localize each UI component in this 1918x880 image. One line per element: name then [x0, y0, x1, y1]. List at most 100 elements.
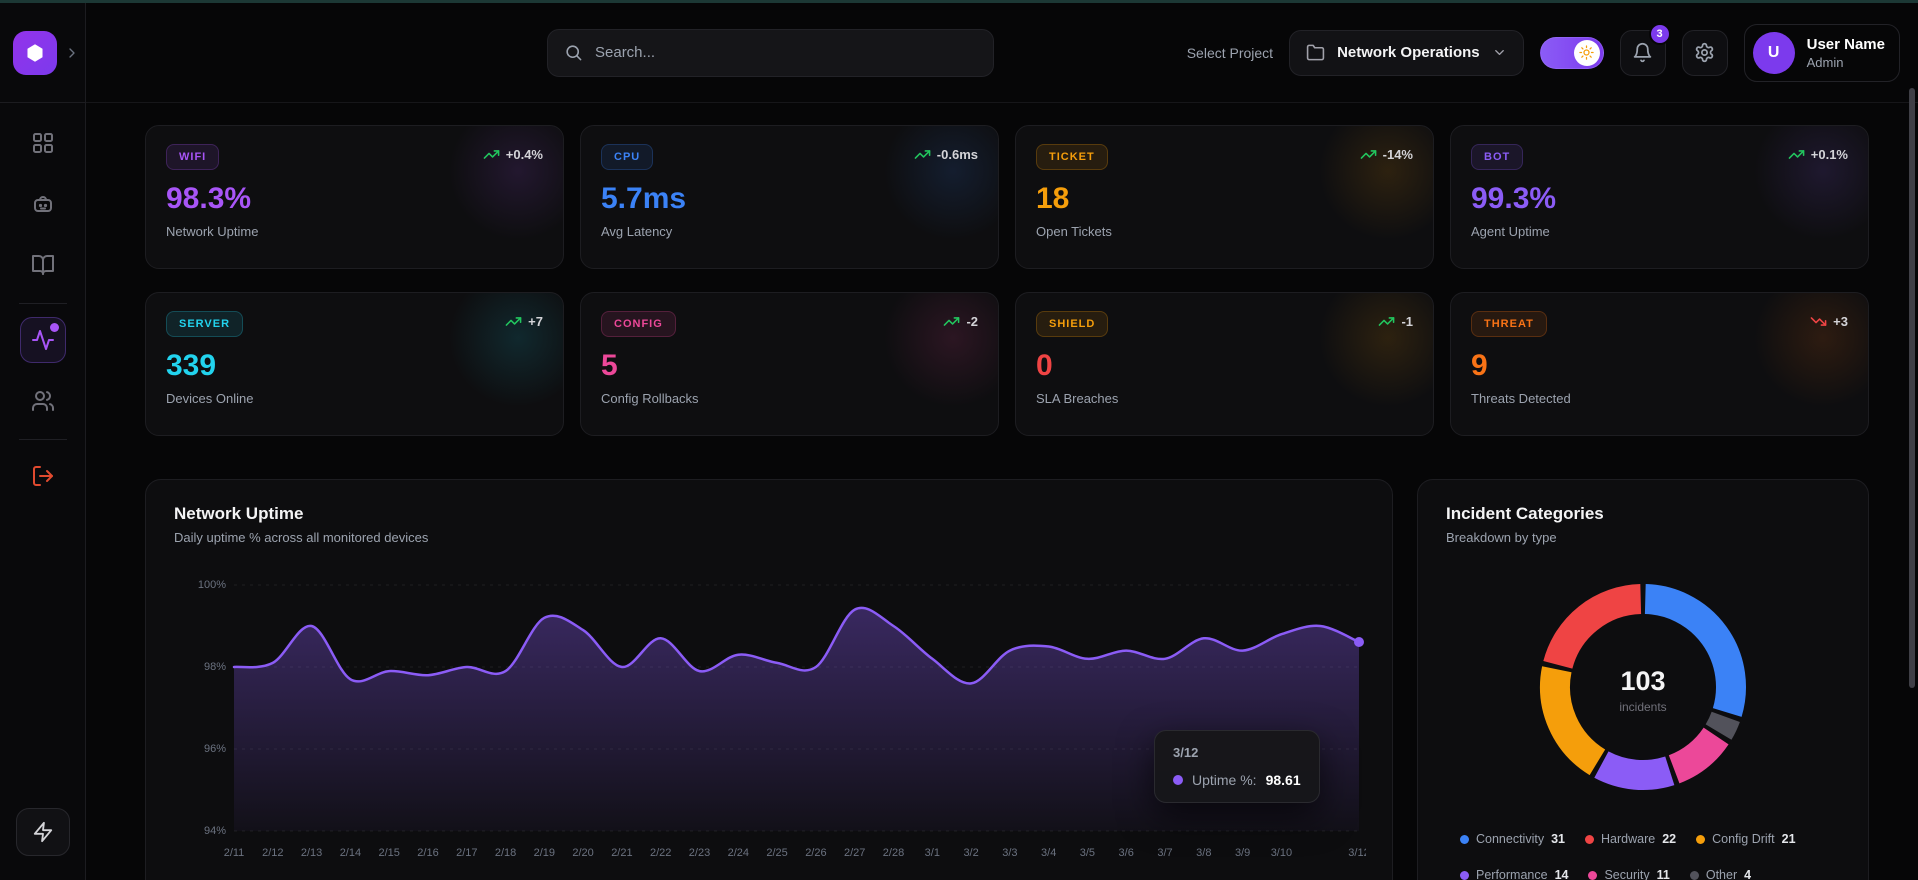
notifications-button[interactable]: 3 [1620, 30, 1666, 76]
legend-item-config-drift[interactable]: Config Drift 21 [1696, 832, 1795, 846]
sidebar-item-monitoring[interactable] [20, 317, 66, 363]
donut-wrap: 103 incidents [1523, 567, 1763, 812]
legend-value: 31 [1551, 832, 1565, 846]
stat-delta-value: +0.4% [506, 147, 543, 162]
legend-value: 4 [1744, 868, 1751, 880]
legend-value: 22 [1662, 832, 1676, 846]
svg-text:94%: 94% [204, 825, 226, 837]
legend-item-hardware[interactable]: Hardware22 [1585, 832, 1676, 846]
search-input[interactable]: Search... [547, 29, 994, 77]
bot-icon [31, 192, 55, 216]
settings-button[interactable] [1682, 30, 1728, 76]
stat-badge: SHIELD [1036, 311, 1108, 337]
uptime-line-chart[interactable]: 100%98%96%94%2/112/122/132/142/152/162/1… [174, 573, 1364, 870]
stat-label: SLA Breaches [1036, 391, 1413, 406]
svg-text:3/3: 3/3 [1002, 847, 1017, 859]
stat-card-ticket: TICKET-14%18Open Tickets [1015, 125, 1434, 269]
stat-value: 5 [601, 349, 978, 383]
stat-label: Open Tickets [1036, 224, 1413, 239]
quick-actions-button[interactable] [16, 808, 70, 856]
svg-text:2/23: 2/23 [689, 847, 710, 859]
notification-dot [50, 323, 59, 332]
legend-label: Performance [1476, 868, 1548, 880]
legend-value: 21 [1782, 832, 1796, 846]
app-logo[interactable] [13, 31, 57, 75]
tooltip-row: Uptime %: 98.61 [1173, 772, 1301, 788]
stat-delta: +3 [1810, 313, 1848, 330]
stat-delta-value: +7 [528, 314, 543, 329]
svg-text:2/15: 2/15 [378, 847, 399, 859]
svg-text:2/14: 2/14 [340, 847, 361, 859]
sidebar-divider [19, 303, 67, 304]
stat-label: Avg Latency [601, 224, 978, 239]
stat-label: Config Rollbacks [601, 391, 978, 406]
svg-text:3/4: 3/4 [1041, 847, 1056, 859]
svg-text:3/6: 3/6 [1119, 847, 1134, 859]
stat-delta-value: +0.1% [1811, 147, 1848, 162]
series-dot-icon [1173, 775, 1183, 785]
legend-value: 14 [1555, 868, 1569, 880]
logo-row [0, 3, 85, 103]
svg-text:2/19: 2/19 [534, 847, 555, 859]
search-icon [564, 43, 583, 62]
stat-value: 98.3% [166, 182, 543, 216]
svg-text:96%: 96% [204, 743, 226, 755]
sidebar-item-docs[interactable] [20, 242, 66, 288]
incidents-legend: Connectivity31 Hardware22 Config Drift 21 Pe… [1446, 832, 1840, 880]
stat-delta: +0.1% [1788, 146, 1848, 163]
trend-up-icon [914, 146, 931, 163]
sidebar-item-bot[interactable] [20, 181, 66, 227]
svg-text:3/12: 3/12 [1348, 847, 1366, 859]
stat-delta: -1 [1378, 313, 1413, 330]
hexagon-icon [24, 42, 46, 64]
charts-row: Network Uptime Daily uptime % across all… [145, 479, 1869, 880]
project-selector[interactable]: Network Operations [1289, 30, 1524, 76]
theme-toggle[interactable] [1540, 37, 1604, 69]
stat-label: Threats Detected [1471, 391, 1848, 406]
incidents-donut-chart[interactable] [1523, 567, 1763, 812]
stat-card-config: CONFIG -2 5 Config Rollbacks [580, 292, 999, 436]
legend-dot-icon [1696, 835, 1705, 844]
legend-label: Other [1706, 868, 1737, 880]
logout-icon [31, 464, 55, 488]
sidebar-expand-icon[interactable] [64, 45, 80, 61]
sidebar-item-users[interactable] [20, 378, 66, 424]
legend-item-connectivity[interactable]: Connectivity31 [1460, 832, 1565, 846]
legend-item-security[interactable]: Security 11 [1588, 868, 1669, 880]
legend-value: 11 [1657, 868, 1670, 880]
folder-icon [1306, 43, 1325, 62]
sidebar-item-logout[interactable] [20, 453, 66, 499]
legend-item-performance[interactable]: Performance 14 [1460, 868, 1568, 880]
svg-text:3/9: 3/9 [1235, 847, 1250, 859]
project-name: Network Operations [1337, 44, 1480, 61]
search-placeholder: Search... [595, 44, 655, 61]
stat-value: 9 [1471, 349, 1848, 383]
svg-text:2/12: 2/12 [262, 847, 283, 859]
scrollbar[interactable] [1909, 88, 1915, 688]
svg-text:2/28: 2/28 [883, 847, 904, 859]
topbar: Search... Select Project Network Operati… [86, 3, 1918, 103]
stat-delta: -2 [943, 313, 978, 330]
stat-badge: CONFIG [601, 311, 676, 337]
uptime-chart-panel: Network Uptime Daily uptime % across all… [145, 479, 1393, 880]
stat-badge: TICKET [1036, 144, 1108, 170]
stat-value: 18 [1036, 182, 1413, 216]
user-menu[interactable]: U User Name Admin [1744, 24, 1900, 82]
sidebar-item-dashboard[interactable] [20, 120, 66, 166]
chevron-down-icon [1492, 45, 1507, 60]
stat-label: Agent Uptime [1471, 224, 1848, 239]
stat-card-shield: SHIELD-10SLA Breaches [1015, 292, 1434, 436]
svg-text:2/13: 2/13 [301, 847, 322, 859]
svg-text:3/2: 3/2 [963, 847, 978, 859]
grid-icon [31, 131, 55, 155]
legend-item-other[interactable]: Other 4 [1690, 868, 1751, 880]
svg-text:3/7: 3/7 [1157, 847, 1172, 859]
stat-value: 99.3% [1471, 182, 1848, 216]
legend-label: Security [1604, 868, 1649, 880]
stat-delta: +0.4% [483, 146, 543, 163]
legend-label: Config Drift [1712, 832, 1775, 846]
sidebar-divider [19, 439, 67, 440]
svg-text:2/16: 2/16 [417, 847, 438, 859]
sun-icon [1579, 45, 1594, 60]
stat-badge: CPU [601, 144, 653, 170]
